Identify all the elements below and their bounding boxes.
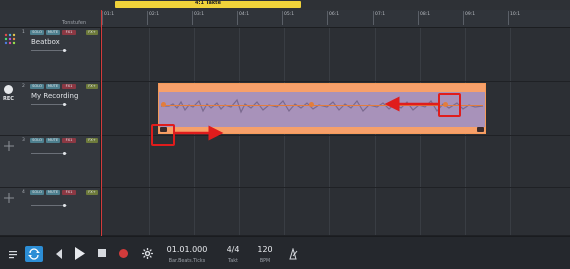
menu-icon[interactable] — [9, 249, 19, 259]
annotation-arrows — [175, 96, 438, 141]
tempo-label: BPM — [259, 259, 271, 264]
settings-gear-icon[interactable] — [142, 248, 153, 259]
record-icon[interactable] — [119, 249, 128, 258]
time-signature-display[interactable]: 4/4 — [222, 245, 244, 254]
metronome-icon[interactable] — [287, 248, 299, 260]
tempo-display[interactable]: 120 — [254, 245, 276, 254]
playhead[interactable] — [101, 10, 102, 236]
loop-button[interactable] — [25, 246, 43, 262]
time-signature-label: Takt — [228, 259, 238, 264]
music-maker-window: 4:1 Takte Tonstufen 01:1 02:1 03:1 04:1 … — [0, 0, 570, 269]
transport-bar: 01.01.000 Bar.Beats.Ticks 4/4 Takt 120 B… — [0, 236, 570, 269]
stop-icon[interactable] — [98, 249, 106, 257]
loop-icon — [28, 248, 40, 260]
position-label: Bar.Beats.Ticks — [168, 259, 206, 264]
play-icon[interactable] — [74, 246, 86, 261]
rewind-icon[interactable] — [54, 248, 64, 260]
position-display[interactable]: 01.01.000 — [165, 245, 209, 254]
